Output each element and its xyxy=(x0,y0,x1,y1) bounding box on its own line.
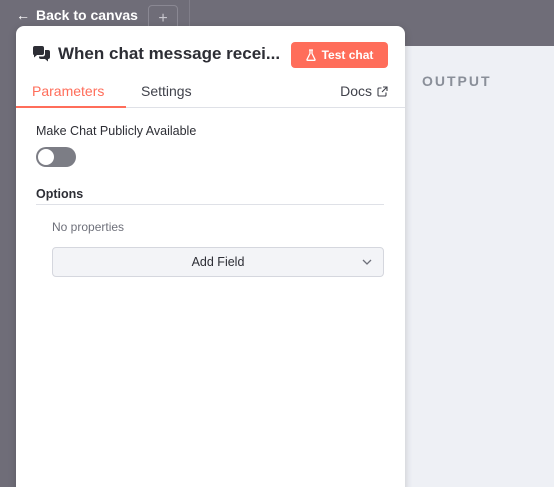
docs-link[interactable]: Docs xyxy=(340,83,388,99)
test-chat-label: Test chat xyxy=(321,48,374,62)
arrow-left-icon: ← xyxy=(16,7,30,23)
toggle-knob xyxy=(38,149,54,165)
tab-parameters[interactable]: Parameters xyxy=(32,83,104,99)
chevron-down-icon xyxy=(362,259,372,265)
node-title[interactable]: When chat message recei... xyxy=(58,44,280,64)
docs-label: Docs xyxy=(340,83,372,99)
output-title: OUTPUT xyxy=(422,73,492,89)
panel-tabs: Parameters Settings Docs xyxy=(16,80,405,108)
node-parameters-panel: When chat message recei... Test chat Par… xyxy=(16,26,405,487)
no-properties-text: No properties xyxy=(52,220,125,234)
add-field-dropdown[interactable]: Add Field xyxy=(52,247,384,277)
tab-settings[interactable]: Settings xyxy=(141,83,192,99)
flask-icon xyxy=(305,49,316,61)
options-label: Options xyxy=(36,187,84,201)
options-divider xyxy=(36,204,384,205)
external-link-icon xyxy=(377,85,388,97)
test-chat-button[interactable]: Test chat xyxy=(291,42,388,68)
back-to-canvas-button[interactable]: ← Back to canvas xyxy=(16,5,138,25)
chat-bubbles-icon xyxy=(33,46,50,62)
back-to-canvas-label: Back to canvas xyxy=(36,7,138,23)
public-chat-toggle[interactable] xyxy=(36,147,76,167)
parameters-content: Make Chat Publicly Available Options No … xyxy=(16,108,405,487)
output-pane: OUTPUT xyxy=(404,46,554,487)
panel-header: When chat message recei... Test chat xyxy=(16,26,405,80)
add-field-label: Add Field xyxy=(191,255,245,269)
public-chat-label: Make Chat Publicly Available xyxy=(36,124,197,138)
